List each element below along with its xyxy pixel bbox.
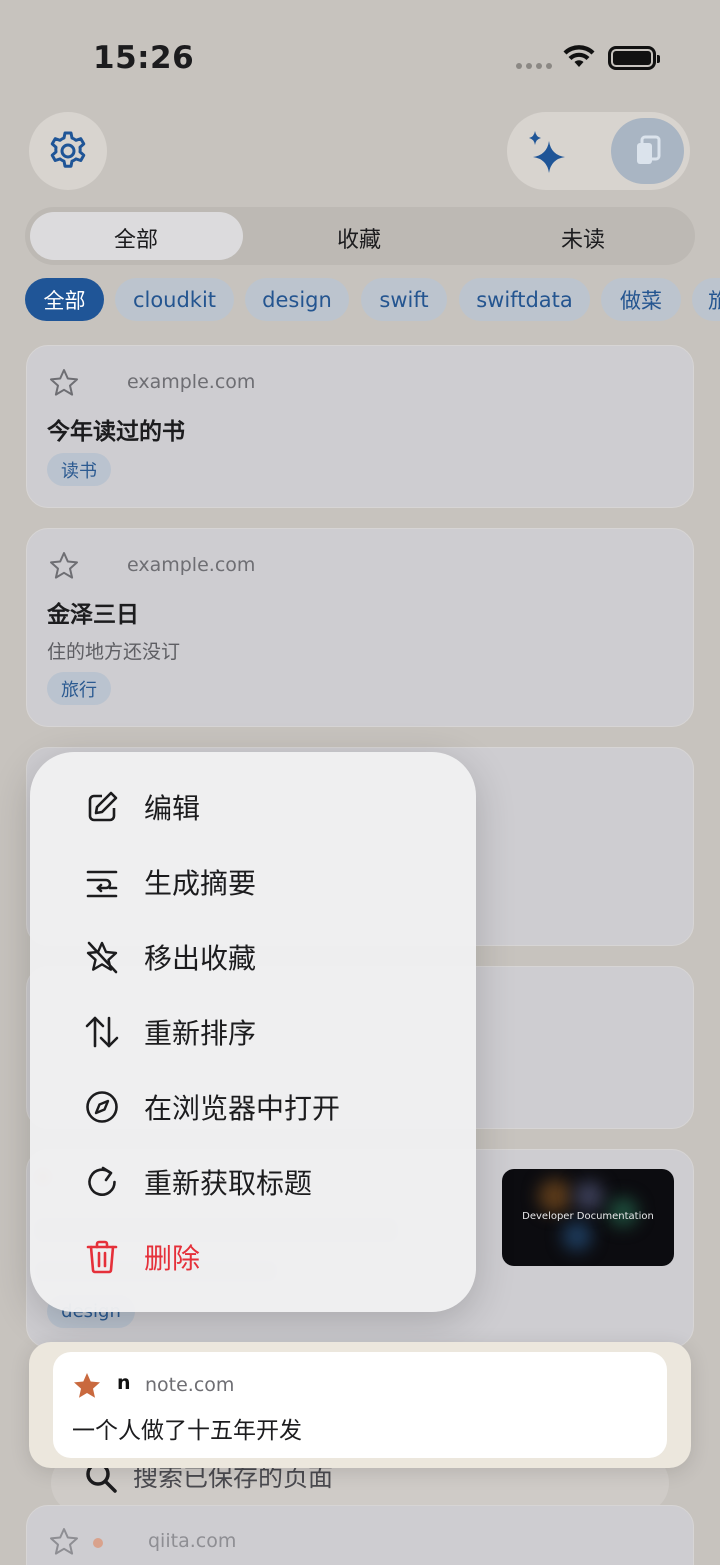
star-filled-icon[interactable] [72,1371,102,1401]
card-subtitle: 住的地方还没订 [47,641,181,663]
tag-chip-swiftdata[interactable]: swiftdata [459,278,590,321]
reorder-arrows-icon [82,1012,122,1052]
sparkle-icon [529,131,565,173]
settings-button[interactable] [29,112,107,190]
card-domain: note.com [145,1374,235,1396]
star-slash-icon [82,937,122,977]
tab-unread[interactable]: 未读 [503,222,663,254]
tag-chip-swift[interactable]: swift [361,278,447,321]
menu-item-open-in-browser[interactable]: 在浏览器中打开 [82,1082,340,1132]
menu-item-edit[interactable]: 编辑 [82,782,200,832]
menu-item-label: 编辑 [144,792,201,825]
card-title: 金泽三日 [47,602,139,628]
trash-icon [82,1237,122,1277]
ai-sparkle-button[interactable] [514,118,580,184]
menu-item-delete[interactable]: 删除 [82,1232,200,1282]
star-outline-icon[interactable] [48,367,80,399]
tag-chip-design[interactable]: design [245,278,349,321]
menu-item-label: 重新获取标题 [144,1167,313,1200]
status-time: 15:26 [93,40,195,76]
refresh-icon [82,1162,122,1202]
tag-chip-all[interactable]: 全部 [25,278,104,321]
menu-item-label: 移出收藏 [144,942,257,975]
menu-item-refetch-title[interactable]: 重新获取标题 [82,1157,312,1207]
favicon [93,1538,103,1548]
card-title: 一个人做了十五年开发 [72,1418,302,1444]
summary-lines-icon [82,862,122,902]
clipboard-copy-icon [636,135,660,164]
card-domain: example.com [127,554,256,576]
card-domain: example.com [127,371,256,393]
menu-item-summarize[interactable]: 生成摘要 [82,857,256,907]
wifi-icon [563,45,595,67]
tag-chip-travel-partial[interactable]: 旅 [692,278,720,321]
tab-all[interactable]: 全部 [56,222,216,254]
tab-favorites[interactable]: 收藏 [279,222,439,254]
battery-icon [608,46,660,70]
clipboard-button[interactable] [611,118,684,184]
gear-icon [50,131,86,168]
tag-chip-cloudkit[interactable]: cloudkit [115,278,234,321]
menu-item-label: 在浏览器中打开 [144,1092,341,1125]
card-tag[interactable]: 旅行 [47,672,111,705]
compass-icon [82,1087,122,1127]
bookmark-card[interactable] [26,1505,694,1565]
note-favicon-icon: n [117,1372,131,1394]
thumbnail-caption: Developer Documentation [522,1211,654,1222]
menu-item-unfavorite[interactable]: 移出收藏 [82,932,256,982]
menu-item-label: 重新排序 [144,1017,257,1050]
menu-item-reorder[interactable]: 重新排序 [82,1007,256,1057]
card-title: 今年读过的书 [47,419,185,445]
star-outline-icon[interactable] [48,1526,80,1558]
card-domain: qiita.com [148,1530,237,1552]
tag-chip-cooking[interactable]: 做菜 [601,278,681,321]
star-outline-icon[interactable] [48,550,80,582]
card-thumbnail: Developer Documentation [502,1169,674,1266]
edit-square-icon [82,787,122,827]
card-tag[interactable]: 读书 [47,453,111,486]
menu-item-label: 删除 [144,1242,201,1275]
cellular-signal-icon [516,63,552,69]
menu-item-label: 生成摘要 [144,867,257,900]
